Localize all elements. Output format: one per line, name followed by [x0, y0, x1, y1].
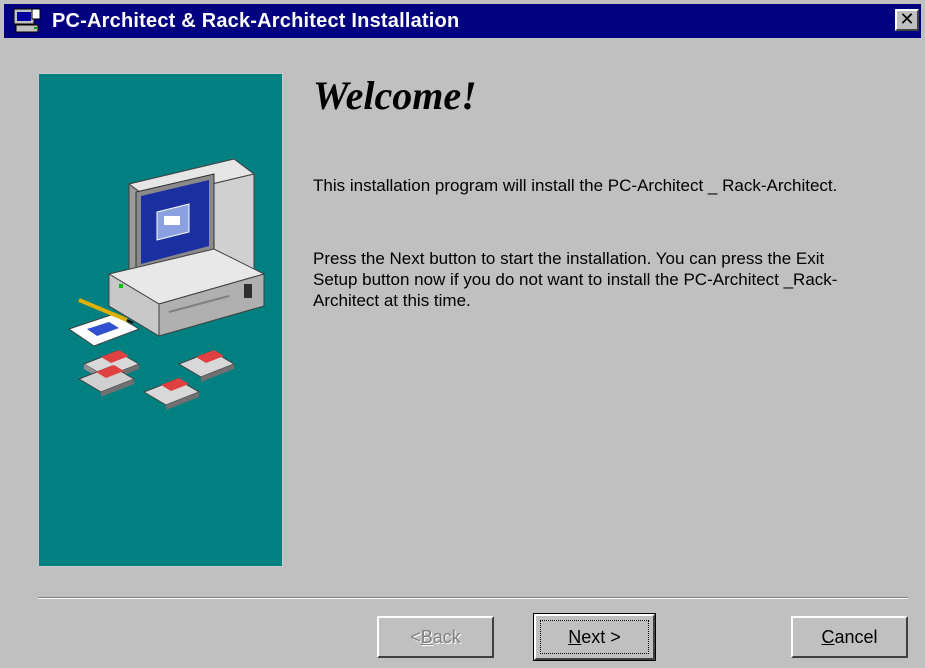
back-button[interactable]: < B ack: [377, 616, 494, 658]
window-title: PC-Architect & Rack-Architect Installati…: [52, 9, 460, 32]
cancel-button-accel: C: [821, 626, 835, 647]
instructions-paragraph: Press the Next button to start the insta…: [313, 249, 838, 310]
cancel-button-rest: ancel: [834, 626, 878, 647]
next-button[interactable]: N ext >: [533, 613, 656, 661]
close-button[interactable]: ✕: [895, 9, 919, 31]
computer-with-disks-illustration: [67, 158, 266, 410]
focus-rectangle: [540, 620, 649, 654]
intro-paragraph: This installation program will install t…: [313, 176, 838, 195]
title-bar[interactable]: PC-Architect & Rack-Architect Installati…: [4, 4, 921, 38]
cancel-button[interactable]: C ancel: [791, 616, 908, 658]
footer-separator: [38, 597, 908, 599]
back-button-rest: ack: [432, 626, 461, 647]
welcome-illustration-panel: [38, 73, 283, 567]
welcome-heading: Welcome!: [313, 73, 477, 118]
installer-window: PC-Architect & Rack-Architect Installati…: [0, 0, 925, 668]
back-button-prefix: <: [410, 626, 421, 647]
close-icon: ✕: [899, 9, 915, 30]
setup-computer-icon: [12, 7, 42, 35]
back-button-accel: B: [420, 626, 433, 647]
